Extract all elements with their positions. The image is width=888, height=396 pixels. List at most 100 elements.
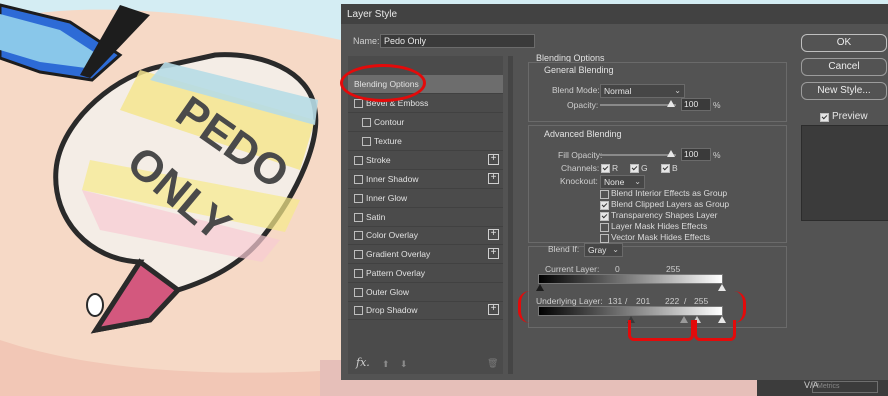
style-item-satin[interactable]: Satin	[348, 208, 503, 227]
style-item-label: Gradient Overlay	[366, 249, 431, 259]
blend-if-select[interactable]: Gray ⌄	[584, 243, 623, 257]
trash-icon[interactable]: 🗑	[487, 358, 498, 369]
knockout-value: None	[604, 177, 625, 187]
checkbox[interactable]	[362, 118, 371, 127]
name-input[interactable]: Pedo Only	[380, 34, 535, 48]
fill-opacity-label: Fill Opacity:	[558, 150, 603, 160]
style-preview-swatch	[801, 125, 888, 221]
vector-mask-hides-checkbox[interactable]	[600, 234, 609, 243]
blend-mode-select[interactable]: Normal ⌄	[600, 84, 685, 98]
opacity-slider-thumb[interactable]	[667, 100, 675, 107]
channel-b-label: B	[672, 163, 678, 173]
style-item-label: Outer Glow	[366, 287, 409, 297]
style-item-color-overlay[interactable]: Color Overlay +	[348, 226, 503, 245]
checkbox[interactable]	[354, 306, 363, 315]
checkbox[interactable]	[354, 194, 363, 203]
channel-r-checkbox[interactable]	[601, 164, 610, 173]
style-item-label: Inner Shadow	[366, 174, 419, 184]
blend-mode-value: Normal	[604, 86, 632, 96]
underlying-low-a: 131	[608, 296, 623, 306]
channels-label: Channels:	[561, 163, 600, 173]
checkbox[interactable]	[354, 175, 363, 184]
preview-checkbox[interactable]	[820, 113, 829, 122]
opacity-slider[interactable]	[600, 104, 676, 106]
annotation-circle-blending-options	[340, 64, 426, 102]
blend-clipped-label: Blend Clipped Layers as Group	[611, 199, 730, 209]
kerning-select[interactable]: Metrics	[812, 381, 878, 393]
dialog-actions: OK Cancel New Style... Preview	[801, 34, 888, 380]
opacity-label: Opacity:	[567, 100, 599, 110]
style-item-contour[interactable]: Contour	[348, 113, 503, 132]
dialog-titlebar[interactable]: Layer Style	[341, 4, 888, 24]
ok-button[interactable]: OK	[801, 34, 887, 52]
styles-list-footer: fx. ⬆ ⬇ 🗑	[348, 353, 503, 373]
style-item-label: Color Overlay	[366, 230, 418, 240]
transparency-shapes-checkbox[interactable]	[600, 212, 609, 221]
current-layer-label: Current Layer:	[545, 264, 600, 274]
channel-b-checkbox[interactable]	[661, 164, 670, 173]
checkbox[interactable]	[354, 288, 363, 297]
preview-label: Preview	[832, 111, 868, 122]
underlying-low-b: 201	[636, 296, 651, 306]
style-item-label: Satin	[366, 212, 386, 222]
blend-interior-checkbox[interactable]	[600, 190, 609, 199]
style-item-stroke[interactable]: Stroke +	[348, 151, 503, 170]
fill-opacity-slider-thumb[interactable]	[667, 150, 675, 157]
new-style-button[interactable]: New Style...	[801, 82, 887, 100]
current-layer-low-thumb[interactable]	[536, 284, 544, 291]
style-item-label: Texture	[374, 136, 402, 146]
fx-icon[interactable]: fx.	[356, 356, 370, 369]
checkbox[interactable]	[354, 269, 363, 278]
style-item-label: Inner Glow	[366, 193, 408, 203]
checkbox[interactable]	[354, 213, 363, 222]
style-item-gradient-overlay[interactable]: Gradient Overlay +	[348, 245, 503, 264]
add-inner-shadow-button[interactable]: +	[488, 173, 499, 184]
add-color-overlay-button[interactable]: +	[488, 229, 499, 240]
cancel-button[interactable]: Cancel	[801, 58, 887, 76]
style-item-inner-shadow[interactable]: Inner Shadow +	[348, 170, 503, 189]
style-item-label: Contour	[374, 117, 405, 127]
layer-style-dialog: Layer Style Name: Pedo Only Blending Opt…	[341, 4, 888, 380]
style-item-label: Stroke	[366, 155, 391, 165]
chevron-down-icon: ⌄	[634, 177, 641, 186]
blend-clipped-checkbox[interactable]	[600, 201, 609, 210]
add-gradient-overlay-button[interactable]: +	[488, 248, 499, 259]
fill-opacity-input[interactable]: 100	[681, 148, 711, 161]
style-item-texture[interactable]: Texture	[348, 132, 503, 151]
knockout-select[interactable]: None ⌄	[600, 175, 645, 189]
underlying-slash-1: /	[625, 296, 628, 306]
channel-r-label: R	[612, 163, 619, 173]
annotation-bracket-low-thumbs	[628, 320, 694, 341]
blend-if-label: Blend If:	[548, 244, 580, 254]
annotation-bracket-high-thumbs	[694, 320, 736, 341]
move-up-icon[interactable]: ⬆	[382, 359, 390, 370]
advanced-blending-title: Advanced Blending	[544, 129, 622, 139]
style-item-drop-shadow[interactable]: Drop Shadow +	[348, 301, 503, 320]
layer-mask-hides-checkbox[interactable]	[600, 223, 609, 232]
move-down-icon[interactable]: ⬇	[400, 359, 408, 370]
current-layer-high: 255	[666, 264, 681, 274]
general-blending-title: General Blending	[544, 65, 614, 75]
checkbox[interactable]	[354, 250, 363, 259]
checkbox[interactable]	[362, 137, 371, 146]
vector-mask-hides-label: Vector Mask Hides Effects	[611, 232, 711, 242]
add-stroke-button[interactable]: +	[488, 154, 499, 165]
fill-opacity-slider[interactable]	[600, 154, 676, 156]
underlying-layer-gradient[interactable]	[538, 306, 723, 316]
checkbox[interactable]	[354, 156, 363, 165]
underlying-high-a: 222	[665, 296, 680, 306]
add-drop-shadow-button[interactable]: +	[488, 304, 499, 315]
annotation-bracket-left	[518, 291, 533, 323]
checkbox[interactable]	[354, 99, 363, 108]
channel-g-checkbox[interactable]	[630, 164, 639, 173]
current-layer-gradient[interactable]	[538, 274, 723, 284]
opacity-input[interactable]: 100	[681, 98, 711, 111]
style-item-outer-glow[interactable]: Outer Glow	[348, 283, 503, 302]
style-item-pattern-overlay[interactable]: Pattern Overlay	[348, 264, 503, 283]
checkbox[interactable]	[354, 231, 363, 240]
knockout-label: Knockout:	[560, 176, 598, 186]
style-item-label: Drop Shadow	[366, 305, 418, 315]
current-layer-high-thumb[interactable]	[718, 284, 726, 291]
style-item-inner-glow[interactable]: Inner Glow	[348, 189, 503, 208]
fill-opacity-percent: %	[713, 150, 721, 160]
